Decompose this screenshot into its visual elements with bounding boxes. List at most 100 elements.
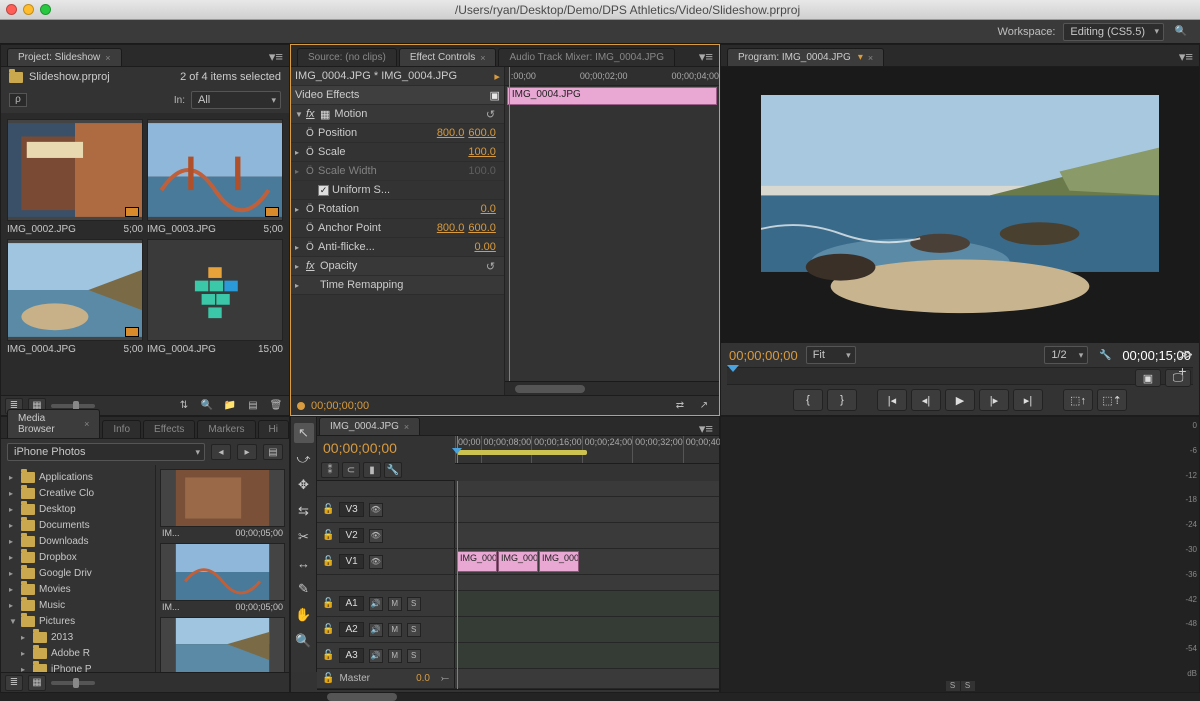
list-item[interactable] — [160, 543, 285, 601]
keyframe-toggle[interactable]: Ö — [306, 128, 318, 139]
razor-tool[interactable]: ✂ — [294, 527, 314, 547]
zoom-slider[interactable] — [51, 681, 95, 685]
panel-menu-icon[interactable]: ▾≡ — [699, 421, 713, 437]
extract-button[interactable]: ⬚⇡ — [1097, 389, 1127, 411]
program-viewport[interactable] — [721, 67, 1199, 343]
solo-button[interactable]: S — [407, 649, 421, 663]
rotation-value[interactable]: 0.0 — [481, 203, 496, 215]
ripple-icon[interactable]: ⇄ — [671, 398, 689, 414]
speaker-toggle[interactable]: 🔊 — [369, 649, 383, 663]
list-item[interactable] — [160, 469, 285, 527]
find-button[interactable]: 🔍 — [198, 398, 216, 414]
zoom-slider[interactable] — [51, 404, 95, 408]
resolution-dropdown[interactable]: 1/2 — [1044, 346, 1088, 364]
mute-button[interactable]: M — [388, 649, 402, 663]
back-button[interactable]: ◂ — [211, 444, 231, 460]
work-area-bar[interactable] — [457, 450, 587, 455]
time-remapping-effect[interactable]: ▸Time Remapping — [291, 276, 504, 295]
filter-input[interactable]: ρ — [9, 93, 27, 107]
zoom-tool[interactable]: 🔍 — [294, 631, 314, 651]
lock-icon[interactable]: 🔓 — [322, 556, 334, 567]
position-x-value[interactable]: 800.0 — [437, 127, 465, 139]
timeline-timecode[interactable]: 00;00;00;00 — [317, 436, 455, 460]
marker-button[interactable]: ▮ — [363, 462, 381, 478]
search-icon[interactable]: 🔍 — [1172, 24, 1190, 40]
lock-icon[interactable]: 🔓 — [322, 598, 334, 609]
lock-icon[interactable]: 🔓 — [322, 650, 334, 661]
motion-effect[interactable]: ▼fx▦Motion↺ — [291, 105, 504, 124]
tab-project[interactable]: Project: Slideshow× — [7, 48, 122, 66]
ripple-tool[interactable]: ✥ — [294, 475, 314, 495]
flicker-value[interactable]: 0.00 — [474, 241, 495, 253]
forward-button[interactable]: ▸ — [237, 444, 257, 460]
zoom-dropdown[interactable]: Fit — [806, 346, 856, 364]
position-y-value[interactable]: 600.0 — [468, 127, 496, 139]
step-back-button[interactable]: ◂| — [911, 389, 941, 411]
bin-item[interactable]: IMG_0003.JPG5;00 — [147, 119, 283, 235]
keyframe-toggle[interactable]: Ö — [306, 204, 318, 215]
scale-value[interactable]: 100.0 — [468, 146, 496, 158]
workspace-dropdown[interactable]: Editing (CS5.5) — [1063, 23, 1164, 41]
selection-tool[interactable]: ↖ — [294, 423, 314, 443]
list-view-button[interactable]: ≣ — [5, 675, 23, 691]
play-button[interactable]: ▶ — [945, 389, 975, 411]
folder-tree[interactable]: ▸Applications ▸Creative Clo ▸Desktop ▸Do… — [1, 465, 156, 672]
step-forward-button[interactable]: |▸ — [979, 389, 1009, 411]
refresh-button[interactable]: ▤ — [263, 444, 283, 460]
zoom-window-icon[interactable] — [40, 4, 51, 15]
playhead-icon[interactable] — [509, 67, 510, 395]
timeline-clip[interactable]: IMG_000 — [457, 551, 497, 572]
panel-menu-icon[interactable]: ▾≡ — [699, 49, 713, 65]
panel-menu-icon[interactable]: ▾≡ — [1179, 49, 1193, 65]
safe-margins-button[interactable]: ▣ — [1135, 369, 1161, 387]
timeline-tracks[interactable]: 🔓V3👁 🔓V2👁 🔓V1👁 IMG_000 IMG_000 IMG_000 🔓… — [317, 481, 719, 689]
minimize-window-icon[interactable] — [23, 4, 34, 15]
thumb-view-button[interactable]: ▦ — [28, 675, 46, 691]
lock-icon[interactable]: 🔓 — [322, 504, 334, 515]
effect-timeline[interactable]: :00;0000;00;02;0000;00;04;00 IMG_0004.JP… — [505, 67, 719, 395]
tab-audio-mixer[interactable]: Audio Track Mixer: IMG_0004.JPG — [498, 48, 675, 66]
filter-dropdown[interactable]: All — [191, 91, 281, 109]
mark-out-button[interactable]: } — [827, 389, 857, 411]
eye-toggle[interactable]: 👁 — [369, 503, 383, 517]
close-icon[interactable]: × — [480, 53, 485, 63]
keyframe-toggle[interactable]: Ö — [306, 223, 318, 234]
tab-history[interactable]: Hi — [258, 420, 289, 438]
hand-tool[interactable]: ✋ — [294, 605, 314, 625]
go-to-out-button[interactable]: ▸| — [1013, 389, 1043, 411]
eye-toggle[interactable]: 👁 — [369, 529, 383, 543]
mark-in-button[interactable]: { — [793, 389, 823, 411]
sort-button[interactable]: ⇅ — [175, 398, 193, 414]
add-button-icon[interactable]: ≫+ — [1178, 346, 1193, 379]
solo-r-button[interactable]: S — [961, 681, 975, 691]
new-item-button[interactable]: ▤ — [244, 398, 262, 414]
solo-button[interactable]: S — [407, 623, 421, 637]
delete-button[interactable]: 🗑 — [267, 398, 285, 414]
tab-media-browser[interactable]: Media Browser× — [7, 409, 100, 438]
lift-button[interactable]: ⬚↑ — [1063, 389, 1093, 411]
uniform-scale-checkbox[interactable]: ✓ — [318, 185, 329, 196]
tab-effects[interactable]: Effects — [143, 420, 195, 438]
go-to-in-button[interactable]: |◂ — [877, 389, 907, 411]
timeline-clip[interactable]: IMG_000 — [498, 551, 538, 572]
close-icon[interactable]: × — [868, 53, 873, 63]
snap-button[interactable]: ⁑ — [321, 462, 339, 478]
source-dropdown[interactable]: iPhone Photos — [7, 443, 205, 461]
slip-tool[interactable]: ↔ — [294, 553, 314, 573]
timeline-clip[interactable]: IMG_000 — [539, 551, 579, 572]
linked-button[interactable]: ⊂ — [342, 462, 360, 478]
mute-button[interactable]: M — [388, 597, 402, 611]
anchor-y-value[interactable]: 600.0 — [468, 222, 496, 234]
reset-icon[interactable]: ↺ — [486, 260, 500, 273]
panel-menu-icon[interactable]: ▾≡ — [269, 49, 283, 65]
tab-program[interactable]: Program: IMG_0004.JPG▾× — [727, 48, 884, 66]
solo-l-button[interactable]: S — [946, 681, 960, 691]
playhead-icon[interactable] — [457, 436, 458, 463]
close-icon[interactable]: × — [105, 53, 110, 63]
speaker-toggle[interactable]: 🔊 — [369, 597, 383, 611]
tab-info[interactable]: Info — [102, 420, 141, 438]
settings-button[interactable]: 🔧 — [384, 462, 402, 478]
program-tc-current[interactable]: 00;00;00;00 — [729, 348, 798, 363]
section-toggle-icon[interactable]: ▣ — [489, 89, 499, 102]
scrollbar-horizontal[interactable] — [317, 689, 719, 690]
